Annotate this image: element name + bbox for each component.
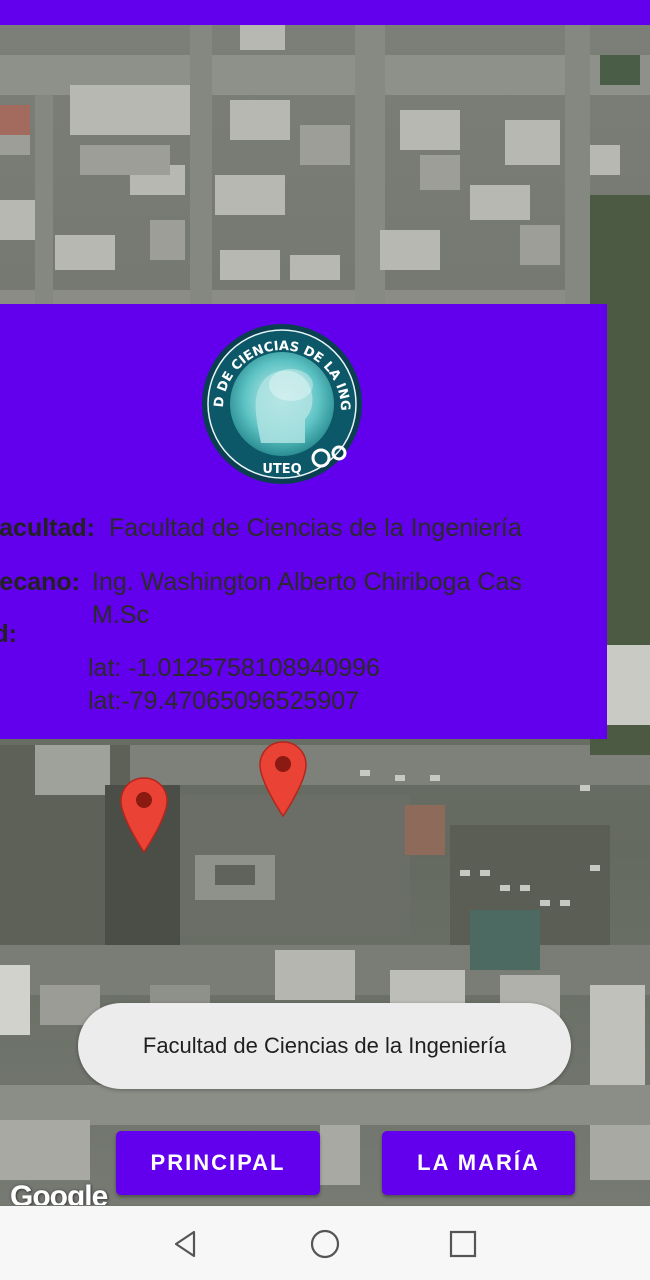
toast-message: Facultad de Ciencias de la Ingeniería	[78, 1003, 571, 1089]
recents-icon[interactable]	[447, 1228, 479, 1260]
decano-label: Decano:	[0, 568, 80, 596]
navigation-bar	[0, 1206, 650, 1280]
latitude-value: lat: -1.0125758108940996	[88, 654, 380, 682]
decano-value-continued: M.Sc	[92, 601, 149, 629]
facultad-value: Facultad de Ciencias de la Ingeniería	[109, 514, 522, 542]
faculty-logo: FACULTAD DE CIENCIAS DE LA INGENIERÍA UT…	[201, 323, 362, 484]
home-icon[interactable]	[309, 1228, 341, 1260]
map-marker-1[interactable]	[258, 740, 308, 818]
longitude-value: lat:-79.47065096525907	[88, 687, 360, 715]
la-maria-button[interactable]: LA MARÍA	[382, 1131, 575, 1195]
status-bar	[0, 0, 650, 25]
logo-org-text: UTEQ	[262, 462, 301, 477]
google-logo: Google	[10, 1180, 108, 1205]
decano-value: Ing. Washington Alberto Chiriboga Cas	[92, 568, 522, 596]
principal-button[interactable]: PRINCIPAL	[116, 1131, 320, 1195]
facultad-label: Facultad:	[0, 514, 95, 542]
back-icon[interactable]	[170, 1228, 202, 1260]
coord-label: Coord:	[0, 620, 17, 648]
info-window[interactable]: FACULTAD DE CIENCIAS DE LA INGENIERÍA UT…	[0, 304, 607, 739]
map-marker-2[interactable]	[119, 776, 169, 854]
